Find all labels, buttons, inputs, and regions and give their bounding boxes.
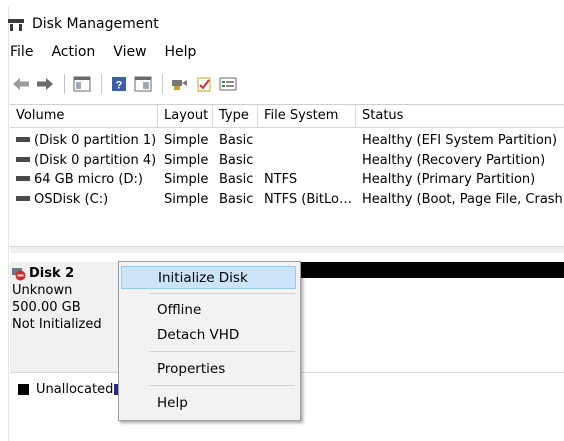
menu-item-help[interactable]: Help: [121, 392, 296, 415]
disk-management-app-icon: [8, 17, 24, 31]
unallocated-swatch: [18, 384, 29, 395]
properties-icon[interactable]: [132, 73, 154, 95]
volume-list: Volume Layout Type File System Status (D…: [10, 104, 564, 247]
column-header-volume[interactable]: Volume: [10, 105, 158, 127]
menu-help[interactable]: Help: [165, 44, 197, 66]
volume-list-header: Volume Layout Type File System Status: [10, 105, 564, 128]
menu-item-offline[interactable]: Offline: [121, 299, 296, 322]
table-row[interactable]: 64 GB micro (D:) Simple Basic NTFS Healt…: [10, 170, 564, 190]
check-icon[interactable]: [193, 73, 215, 95]
menu-separator: [149, 293, 295, 294]
volume-type: Basic: [219, 152, 254, 168]
volume-file-system: NTFS (BitLo…: [264, 191, 352, 207]
title-bar: Disk Management: [8, 12, 159, 36]
disk-kind: Unknown: [12, 283, 73, 298]
disk-name: Disk 2: [29, 266, 75, 281]
disk-state: Not Initialized: [12, 317, 102, 332]
toolbar-separator: [64, 74, 65, 94]
column-header-file-system[interactable]: File System: [258, 105, 356, 127]
toolbar-separator: [162, 74, 163, 94]
volume-name: OSDisk (C:): [34, 191, 109, 207]
svg-text:?: ?: [116, 80, 123, 92]
unallocated-region-header[interactable]: [298, 262, 564, 278]
disk-info-panel[interactable]: Disk 2 Unknown 500.00 GB Not Initialized: [10, 262, 120, 372]
volume-status: Healthy (Boot, Page File, Crash D: [362, 191, 564, 207]
window-title: Disk Management: [32, 16, 159, 32]
menu-action[interactable]: Action: [51, 44, 95, 66]
forward-arrow-icon[interactable]: [34, 73, 56, 95]
menu-separator: [149, 385, 295, 386]
table-row[interactable]: (Disk 0 partition 4) Simple Basic Health…: [10, 151, 564, 171]
drive-icon: [16, 195, 30, 201]
legend-unallocated-label: Unallocated: [36, 382, 114, 397]
volume-type: Basic: [219, 133, 254, 149]
volume-layout: Simple: [164, 133, 209, 149]
help-icon[interactable]: ?: [108, 73, 130, 95]
table-row[interactable]: OSDisk (C:) Simple Basic NTFS (BitLo… He…: [10, 190, 564, 210]
table-row[interactable]: (Disk 0 partition 1) Simple Basic Health…: [10, 131, 564, 151]
refresh-icon[interactable]: [217, 73, 239, 95]
menu-item-detach-vhd[interactable]: Detach VHD: [121, 324, 296, 347]
context-menu: Initialize Disk Offline Detach VHD Prope…: [118, 261, 301, 421]
toolbar-separator: [101, 74, 102, 94]
drive-icon: [16, 137, 30, 143]
volume-status: Healthy (Recovery Partition): [362, 152, 546, 168]
volume-type: Basic: [219, 172, 254, 188]
menu-item-properties[interactable]: Properties: [121, 358, 296, 381]
menu-view[interactable]: View: [113, 44, 146, 66]
volume-name: (Disk 0 partition 4): [34, 152, 157, 168]
volume-layout: Simple: [164, 172, 209, 188]
menu-file[interactable]: File: [10, 44, 33, 66]
volume-layout: Simple: [164, 191, 209, 207]
volume-status: Healthy (EFI System Partition): [362, 133, 558, 149]
volume-name: (Disk 0 partition 1): [34, 133, 157, 149]
drive-icon: [16, 156, 30, 162]
volume-type: Basic: [219, 191, 254, 207]
drive-icon: [16, 176, 30, 182]
volume-status: Healthy (Primary Partition): [362, 172, 536, 188]
disk-error-icon: [12, 267, 26, 280]
volume-name: 64 GB micro (D:): [34, 172, 143, 188]
column-header-status[interactable]: Status: [356, 105, 564, 127]
volume-layout: Simple: [164, 152, 209, 168]
menu-separator: [149, 351, 295, 352]
column-header-type[interactable]: Type: [213, 105, 258, 127]
menu-item-initialize-disk[interactable]: Initialize Disk: [121, 266, 296, 289]
volume-file-system: NTFS: [264, 172, 298, 188]
console-tree-icon[interactable]: [71, 73, 93, 95]
column-header-layout[interactable]: Layout: [158, 105, 213, 127]
back-arrow-icon[interactable]: [10, 73, 32, 95]
menu-bar: File Action View Help: [10, 44, 214, 66]
rescan-icon[interactable]: [169, 73, 191, 95]
toolbar: ?: [10, 70, 241, 98]
disk-size: 500.00 GB: [12, 300, 81, 315]
